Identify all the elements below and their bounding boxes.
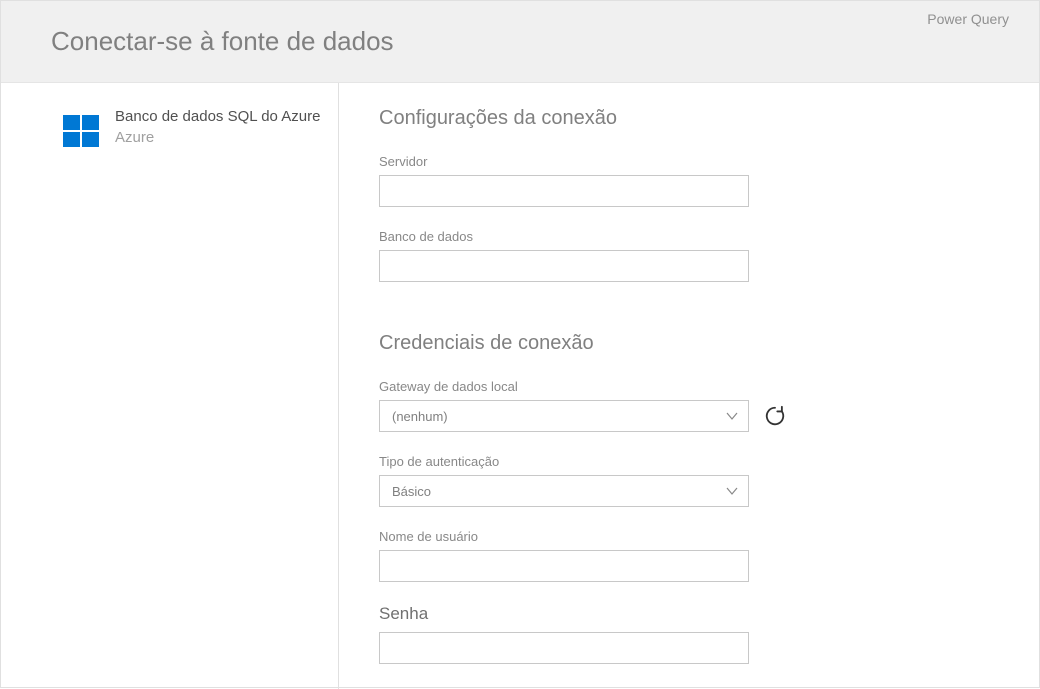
windows-icon [61, 111, 101, 151]
connection-credentials-heading: Credenciais de conexão [379, 332, 999, 355]
server-input[interactable] [379, 175, 749, 207]
auth-type-field-group: Tipo de autenticação Básico [379, 454, 999, 507]
auth-type-label: Tipo de autenticação [379, 454, 999, 469]
gateway-field-group: Gateway de dados local (nenhum) [379, 379, 999, 432]
page-title: Conectar-se à fonte de dados [51, 26, 394, 57]
header: Conectar-se à fonte de dados Power Query [1, 1, 1039, 83]
password-label: Senha [379, 604, 999, 624]
datasource-subtitle: Azure [115, 129, 320, 146]
main-panel: Configurações da conexão Servidor Banco … [339, 83, 1039, 689]
gateway-label: Gateway de dados local [379, 379, 999, 394]
auth-type-select[interactable]: Básico [379, 475, 749, 507]
database-input[interactable] [379, 250, 749, 282]
username-input[interactable] [379, 550, 749, 582]
username-label: Nome de usuário [379, 529, 999, 544]
connection-settings-heading: Configurações da conexão [379, 107, 999, 130]
password-input[interactable] [379, 632, 749, 664]
gateway-select[interactable]: (nenhum) [379, 400, 749, 432]
datasource-item[interactable]: Banco de dados SQL do Azure Azure [61, 107, 338, 151]
password-field-group: Senha [379, 604, 999, 664]
datasource-text: Banco de dados SQL do Azure Azure [115, 107, 320, 146]
refresh-icon [764, 405, 786, 427]
server-label: Servidor [379, 154, 999, 169]
brand-label: Power Query [927, 11, 1009, 27]
username-field-group: Nome de usuário [379, 529, 999, 582]
refresh-gateway-button[interactable] [761, 402, 789, 430]
sidebar: Banco de dados SQL do Azure Azure [1, 83, 339, 689]
content-area: Banco de dados SQL do Azure Azure Config… [1, 83, 1039, 689]
database-label: Banco de dados [379, 229, 999, 244]
datasource-title: Banco de dados SQL do Azure [115, 107, 320, 127]
server-field-group: Servidor [379, 154, 999, 207]
database-field-group: Banco de dados [379, 229, 999, 282]
